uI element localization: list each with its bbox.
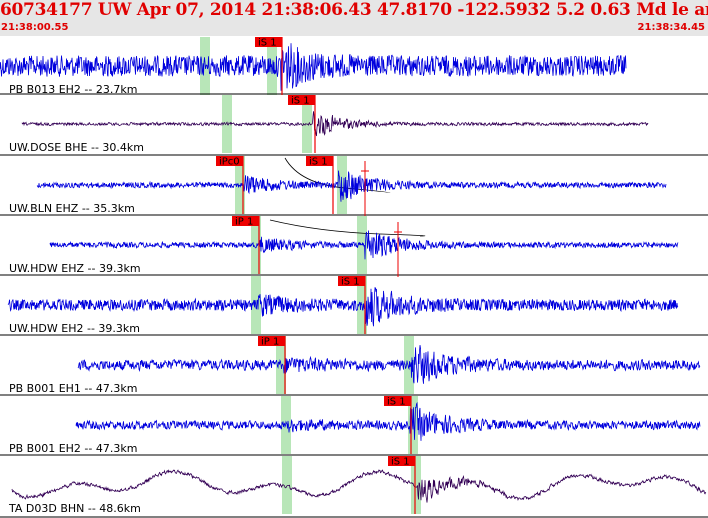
seismogram-panel[interactable]: iS 1 iS 1 iPc0 iS 1 iP 1 iS 1 iP 1 iS 1 iS 1 PB … — [0, 36, 708, 518]
seismic-trace — [11, 469, 707, 503]
channel-label: UW.HDW EHZ -- 39.3km — [9, 262, 141, 275]
pick-label: iS 1 — [258, 38, 277, 49]
seismic-trace — [7, 287, 679, 327]
phase-pick[interactable]: iS 1 — [388, 456, 416, 514]
channel-label: PB B001 EH2 -- 47.3km — [9, 442, 137, 455]
event-summary: 60734177 UW Apr 07, 2014 21:38:06.43 47.… — [0, 0, 708, 20]
channel-label: PB B001 EH1 -- 47.3km — [9, 382, 137, 395]
channel-label: UW.BLN EHZ -- 35.3km — [9, 202, 135, 215]
time-start-label: 21:38:00.55 — [1, 22, 69, 33]
pick-label: iS 1 — [387, 397, 406, 408]
seismic-trace — [36, 170, 667, 202]
arrival-band — [281, 396, 291, 454]
pick-label: iS 1 — [341, 277, 360, 288]
pick-label: iS 1 — [391, 457, 410, 468]
seismic-trace — [75, 401, 701, 441]
pick-label: iS 1 — [309, 157, 328, 168]
pick-label: iP 1 — [235, 217, 253, 228]
pick-label: iPc0 — [219, 157, 240, 168]
channel-label: PB B013 EH2 -- 23.7km — [9, 83, 137, 96]
pick-label: iS 1 — [291, 96, 310, 107]
channel-labels: PB B013 EH2 -- 23.7km UW.DOSE BHE -- 30.4… — [8, 83, 144, 515]
seismic-trace — [21, 111, 649, 137]
travel-time-curve — [269, 219, 426, 237]
seismic-trace — [77, 345, 701, 384]
event-header: 60734177 UW Apr 07, 2014 21:38:06.43 47.… — [0, 0, 708, 36]
pick-label: iP 1 — [261, 337, 279, 348]
time-end-label: 21:38:34.45 — [637, 22, 705, 33]
channel-label: UW.DOSE BHE -- 30.4km — [9, 141, 144, 154]
channel-label: UW.HDW EH2 -- 39.3km — [9, 322, 140, 335]
channel-label: TA D03D BHN -- 48.6km — [8, 502, 141, 515]
